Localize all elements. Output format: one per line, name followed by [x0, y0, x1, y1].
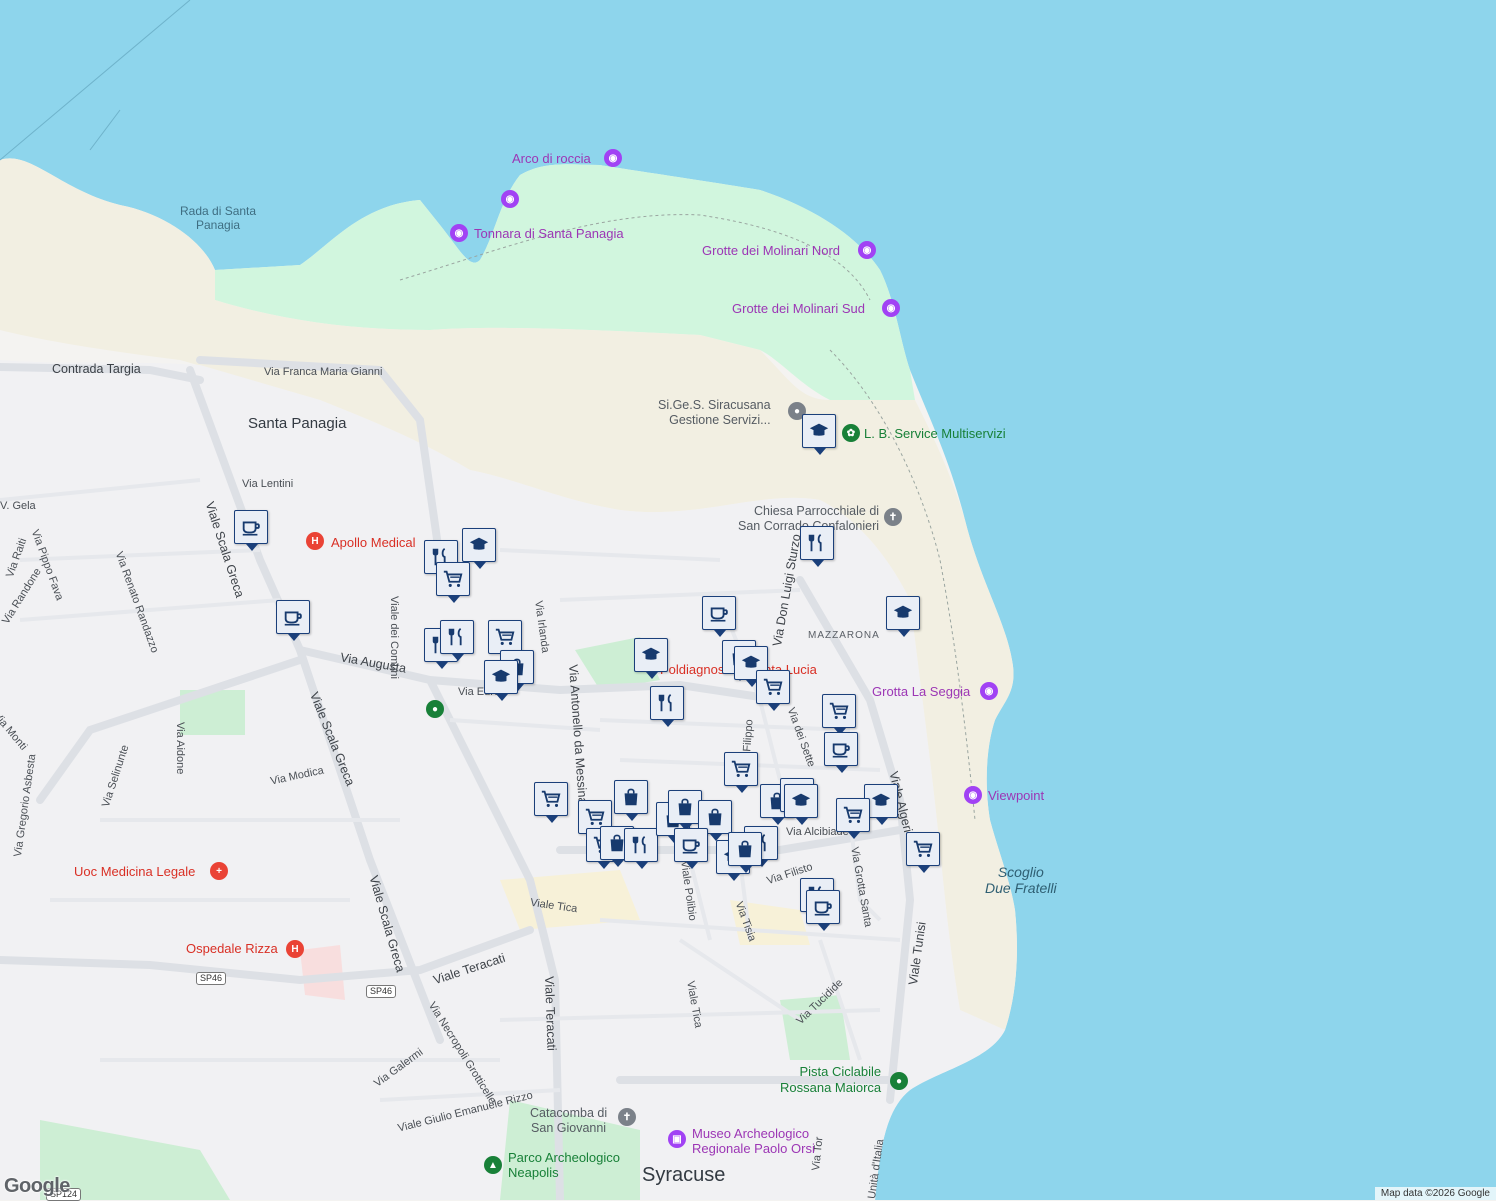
cart-marker-icon[interactable] [836, 798, 870, 839]
cart-marker-icon[interactable] [534, 782, 568, 823]
park-marker-icon[interactable]: ● [890, 1072, 908, 1090]
cart-marker-icon[interactable] [756, 670, 790, 711]
hospital-icon[interactable]: H [286, 940, 304, 958]
cafe-marker-icon[interactable] [276, 600, 310, 641]
shopping-marker-icon[interactable] [668, 790, 702, 831]
hospital-icon[interactable]: H [306, 532, 324, 550]
google-logo: Google [4, 1175, 70, 1197]
flower-icon[interactable]: ✿ [842, 424, 860, 442]
road-label: Viale dei Comuni [388, 596, 400, 679]
map-canvas[interactable] [0, 0, 1496, 1200]
poi-arco[interactable]: Arco di roccia [512, 151, 591, 166]
museum-icon[interactable]: ▣ [668, 1130, 686, 1148]
road-label: Viale Teracati [542, 976, 559, 1052]
cafe-marker-icon[interactable] [806, 890, 840, 931]
camera-icon[interactable]: ◉ [450, 224, 468, 242]
cafe-marker-icon[interactable] [824, 732, 858, 773]
camera-icon[interactable]: ◉ [858, 241, 876, 259]
hospital-area [300, 945, 345, 1000]
poi-molinari-sud[interactable]: Grotte dei Molinari Sud [732, 301, 865, 316]
route-shield: SP46 [366, 985, 397, 998]
school-marker-icon[interactable] [484, 660, 518, 701]
road-label: V. Gela [0, 500, 36, 512]
road-label: Via Lentini [242, 478, 294, 490]
poi-ospedale[interactable]: Ospedale Rizza [186, 941, 278, 956]
poi-museo[interactable]: Museo Archeologico Regionale Paolo Orsi [692, 1126, 815, 1156]
camera-icon[interactable]: ◉ [964, 786, 982, 804]
mazzarona-label: MAZZARONA [808, 630, 880, 641]
restaurant-marker-icon[interactable] [440, 620, 474, 661]
camera-icon[interactable]: ◉ [980, 682, 998, 700]
road-label: Via Aidone [174, 722, 186, 775]
rada-label: Rada di Santa Panagia [180, 204, 257, 232]
church-icon[interactable]: ✝ [884, 508, 902, 526]
cart-marker-icon[interactable] [436, 562, 470, 603]
camera-icon[interactable]: ◉ [501, 190, 519, 208]
camera-icon[interactable]: ◉ [882, 299, 900, 317]
map-attribution[interactable]: Map data ©2026 Google [1374, 1187, 1496, 1200]
cafe-marker-icon[interactable] [234, 510, 268, 551]
church-icon[interactable]: ✝ [618, 1108, 636, 1126]
school-marker-icon[interactable] [462, 528, 496, 569]
cart-marker-icon[interactable] [488, 620, 522, 661]
poi-grotta-seggia[interactable]: Grotta La Seggia [872, 684, 970, 699]
poi-sigess[interactable]: Si.Ge.S. Siracusana Gestione Servizi... [658, 398, 771, 428]
camera-icon[interactable]: ◉ [604, 149, 622, 167]
santa-panagia-label: Santa Panagia [248, 415, 347, 432]
poi-parco[interactable]: Parco Archeologico Neapolis [508, 1150, 620, 1180]
cart-marker-icon[interactable] [906, 832, 940, 873]
school-marker-icon[interactable] [784, 784, 818, 825]
school-marker-icon[interactable] [802, 414, 836, 455]
poi-pista[interactable]: Pista Ciclabile Rossana Maiorca [780, 1064, 881, 1096]
poi-lb-service[interactable]: L. B. Service Multiservizi [864, 426, 1006, 441]
road-label: Via Franca Maria Gianni [264, 366, 383, 378]
school-marker-icon[interactable] [634, 638, 668, 679]
road-label: Contrada Targia [52, 362, 141, 376]
restaurant-marker-icon[interactable] [650, 686, 684, 727]
park-marker-icon[interactable]: ▲ [484, 1156, 502, 1174]
cart-marker-icon[interactable] [822, 694, 856, 735]
restaurant-marker-icon[interactable] [800, 526, 834, 567]
poi-apollo[interactable]: Apollo Medical [331, 535, 416, 550]
shopping-marker-icon[interactable] [728, 832, 762, 873]
poi-viewpoint[interactable]: Viewpoint [988, 788, 1044, 803]
school-marker-icon[interactable] [886, 596, 920, 637]
poi-tonnara[interactable]: Tonnara di Santa Panagia [474, 226, 624, 241]
syracuse-label: Syracuse [642, 1164, 726, 1186]
cart-marker-icon[interactable] [724, 752, 758, 793]
park-marker-icon[interactable]: ● [426, 700, 444, 718]
shopping-marker-icon[interactable] [614, 780, 648, 821]
restaurant-marker-icon[interactable] [624, 828, 658, 869]
medical-icon[interactable]: + [210, 862, 228, 880]
poi-molinari-nord[interactable]: Grotte dei Molinari Nord [702, 243, 840, 258]
scoglio-label: Scoglio Due Fratelli [985, 864, 1057, 896]
poi-catacomba[interactable]: Catacomba di San Giovanni [530, 1106, 607, 1136]
route-shield: SP46 [196, 972, 227, 985]
poi-uoc[interactable]: Uoc Medicina Legale [74, 864, 195, 879]
cafe-marker-icon[interactable] [702, 596, 736, 637]
cafe-marker-icon[interactable] [674, 828, 708, 869]
